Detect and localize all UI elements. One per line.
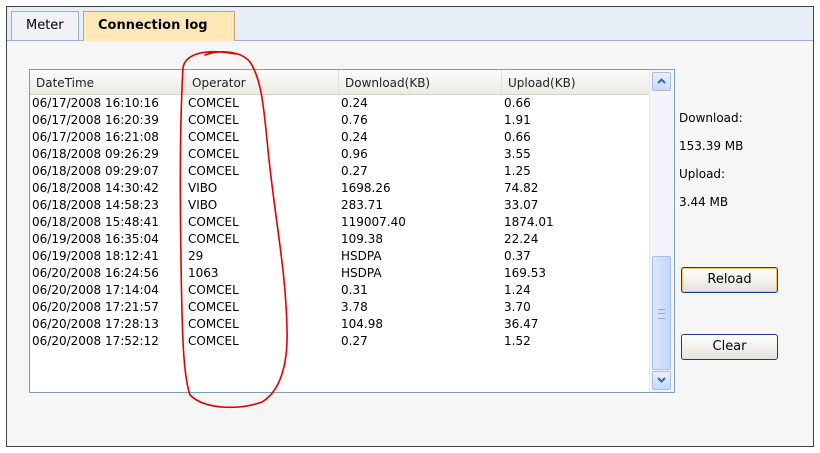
column-header-upload[interactable]: Upload(KB) bbox=[502, 70, 650, 94]
cell-upload: 3.70 bbox=[504, 300, 531, 314]
cell-datetime: 06/17/2008 16:21:08 bbox=[32, 130, 159, 144]
column-header-download[interactable]: Download(KB) bbox=[339, 70, 502, 94]
cell-operator: COMCEL bbox=[188, 130, 239, 144]
cell-operator: VIBO bbox=[188, 198, 218, 212]
cell-upload: 33.07 bbox=[504, 198, 539, 212]
cell-operator: VIBO bbox=[188, 181, 218, 195]
cell-download: 0.24 bbox=[341, 96, 368, 110]
cell-datetime: 06/20/2008 16:24:56 bbox=[32, 266, 159, 280]
cell-download: 0.96 bbox=[341, 147, 368, 161]
cell-download: 3.78 bbox=[341, 300, 368, 314]
cell-datetime: 06/18/2008 09:29:07 bbox=[32, 164, 159, 178]
cell-upload: 1.52 bbox=[504, 334, 531, 348]
cell-upload: 0.66 bbox=[504, 96, 531, 110]
cell-operator: COMCEL bbox=[188, 164, 239, 178]
reload-button[interactable]: Reload bbox=[681, 267, 778, 293]
list-header: DateTime Operator Download(KB) Upload(KB… bbox=[30, 70, 650, 95]
clear-button[interactable]: Clear bbox=[681, 334, 778, 360]
cell-download: HSDPA bbox=[341, 266, 382, 280]
table-row[interactable]: 06/17/2008 16:21:08 COMCEL 0.24 0.66 bbox=[30, 129, 650, 146]
cell-datetime: 06/18/2008 09:26:29 bbox=[32, 147, 159, 161]
tab-strip: Meter Connection log bbox=[7, 7, 813, 41]
cell-operator: COMCEL bbox=[188, 147, 239, 161]
cell-datetime: 06/20/2008 17:28:13 bbox=[32, 317, 159, 331]
cell-operator: 29 bbox=[188, 249, 204, 263]
cell-upload: 1.24 bbox=[504, 283, 531, 297]
table-row[interactable]: 06/20/2008 17:14:04 COMCEL 0.31 1.24 bbox=[30, 282, 650, 299]
table-row[interactable]: 06/18/2008 09:29:07 COMCEL 0.27 1.25 bbox=[30, 163, 650, 180]
cell-operator: COMCEL bbox=[188, 317, 239, 331]
cell-download: 283.71 bbox=[341, 198, 383, 212]
cell-download: 0.76 bbox=[341, 113, 368, 127]
vertical-scrollbar[interactable] bbox=[649, 70, 674, 392]
table-row[interactable]: 06/19/2008 16:35:04 COMCEL 109.38 22.24 bbox=[30, 231, 650, 248]
grip-icon bbox=[658, 309, 665, 319]
cell-operator: COMCEL bbox=[188, 96, 239, 110]
cell-datetime: 06/17/2008 16:10:16 bbox=[32, 96, 159, 110]
cell-operator: COMCEL bbox=[188, 300, 239, 314]
cell-download: 0.24 bbox=[341, 130, 368, 144]
cell-operator: 1063 bbox=[188, 266, 219, 280]
upload-value: 3.44 MB bbox=[679, 195, 729, 209]
column-header-operator[interactable]: Operator bbox=[186, 70, 339, 94]
table-row[interactable]: 06/18/2008 15:48:41 COMCEL 119007.40 1874.0… bbox=[30, 214, 650, 231]
cell-upload: 74.82 bbox=[504, 181, 539, 195]
cell-datetime: 06/17/2008 16:20:39 bbox=[32, 113, 159, 127]
cell-upload: 0.37 bbox=[504, 249, 531, 263]
cell-operator: COMCEL bbox=[188, 283, 239, 297]
cell-datetime: 06/18/2008 14:58:23 bbox=[32, 198, 159, 212]
connection-log-panel: DateTime Operator Download(KB) Upload(KB… bbox=[7, 41, 813, 446]
cell-download: 119007.40 bbox=[341, 215, 406, 229]
cell-operator: COMCEL bbox=[188, 232, 239, 246]
table-row[interactable]: 06/19/2008 18:12:41 29 HSDPA 0.37 bbox=[30, 248, 650, 265]
cell-download: 0.31 bbox=[341, 283, 368, 297]
cell-operator: COMCEL bbox=[188, 334, 239, 348]
table-row[interactable]: 06/20/2008 17:21:57 COMCEL 3.78 3.70 bbox=[30, 299, 650, 316]
cell-datetime: 06/19/2008 16:35:04 bbox=[32, 232, 159, 246]
table-row[interactable]: 06/18/2008 14:58:23 VIBO 283.71 33.07 bbox=[30, 197, 650, 214]
chevron-down-icon[interactable] bbox=[652, 371, 671, 390]
window-frame: Meter Connection log DateTime Operator D… bbox=[6, 6, 814, 447]
list-rows: 06/17/2008 16:10:16 COMCEL 0.24 0.66 06/17/2… bbox=[30, 95, 650, 350]
cell-operator: COMCEL bbox=[188, 113, 239, 127]
cell-download: 0.27 bbox=[341, 164, 368, 178]
download-value: 153.39 MB bbox=[679, 139, 744, 153]
cell-download: HSDPA bbox=[341, 249, 382, 263]
cell-upload: 22.24 bbox=[504, 232, 539, 246]
cell-upload: 169.53 bbox=[504, 266, 546, 280]
cell-download: 1698.26 bbox=[341, 181, 391, 195]
cell-upload: 1874.01 bbox=[504, 215, 554, 229]
tab-connection-log[interactable]: Connection log bbox=[83, 11, 235, 41]
table-row[interactable]: 06/18/2008 09:26:29 COMCEL 0.96 3.55 bbox=[30, 146, 650, 163]
cell-datetime: 06/20/2008 17:21:57 bbox=[32, 300, 159, 314]
table-row[interactable]: 06/17/2008 16:20:39 COMCEL 0.76 1.91 bbox=[30, 112, 650, 129]
cell-datetime: 06/20/2008 17:14:04 bbox=[32, 283, 159, 297]
table-row[interactable]: 06/20/2008 16:24:56 1063 HSDPA 169.53 bbox=[30, 265, 650, 282]
cell-download: 109.38 bbox=[341, 232, 383, 246]
column-header-datetime[interactable]: DateTime bbox=[30, 70, 186, 94]
cell-download: 0.27 bbox=[341, 334, 368, 348]
tab-meter[interactable]: Meter bbox=[11, 11, 79, 40]
table-row[interactable]: 06/20/2008 17:52:12 COMCEL 0.27 1.52 bbox=[30, 333, 650, 350]
upload-label: Upload: bbox=[679, 167, 726, 181]
connection-log-list[interactable]: DateTime Operator Download(KB) Upload(KB… bbox=[29, 69, 675, 393]
cell-download: 104.98 bbox=[341, 317, 383, 331]
cell-upload: 1.25 bbox=[504, 164, 531, 178]
cell-datetime: 06/18/2008 15:48:41 bbox=[32, 215, 159, 229]
cell-datetime: 06/20/2008 17:52:12 bbox=[32, 334, 159, 348]
download-label: Download: bbox=[679, 111, 743, 125]
cell-operator: COMCEL bbox=[188, 215, 239, 229]
cell-datetime: 06/19/2008 18:12:41 bbox=[32, 249, 159, 263]
cell-upload: 36.47 bbox=[504, 317, 539, 331]
cell-upload: 1.91 bbox=[504, 113, 531, 127]
cell-datetime: 06/18/2008 14:30:42 bbox=[32, 181, 159, 195]
cell-upload: 0.66 bbox=[504, 130, 531, 144]
table-row[interactable]: 06/18/2008 14:30:42 VIBO 1698.26 74.82 bbox=[30, 180, 650, 197]
chevron-up-icon[interactable] bbox=[652, 72, 671, 91]
scrollbar-thumb[interactable] bbox=[652, 256, 671, 370]
table-row[interactable]: 06/20/2008 17:28:13 COMCEL 104.98 36.47 bbox=[30, 316, 650, 333]
cell-upload: 3.55 bbox=[504, 147, 531, 161]
table-row[interactable]: 06/17/2008 16:10:16 COMCEL 0.24 0.66 bbox=[30, 95, 650, 112]
